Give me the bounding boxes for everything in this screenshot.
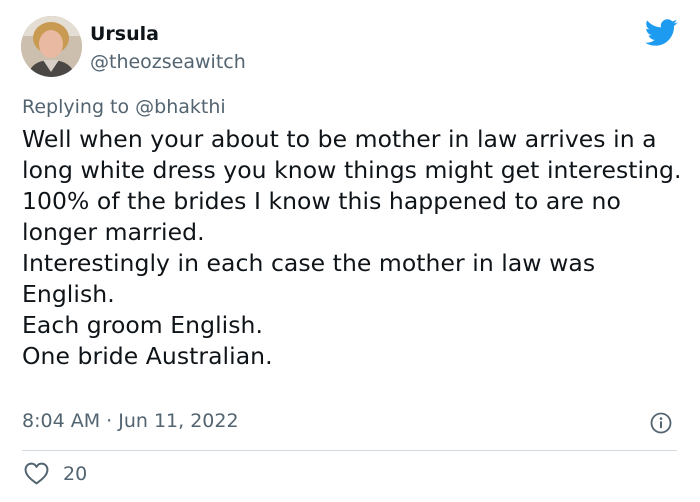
- divider: [22, 450, 677, 451]
- replying-to: Replying to @bhakthi: [22, 95, 226, 119]
- tweet-line: Well when your about to be mother in law…: [22, 125, 682, 184]
- twitter-bird-icon[interactable]: [645, 19, 678, 47]
- tweet-line: Interestingly in each case the mother in…: [22, 249, 596, 308]
- tweet-line: Each groom English.: [22, 311, 263, 339]
- info-icon[interactable]: [650, 412, 672, 434]
- user-handle[interactable]: @theozseawitch: [90, 50, 246, 74]
- user-name[interactable]: Ursula: [90, 22, 159, 46]
- tweet-timestamp[interactable]: 8:04 AM · Jun 11, 2022: [22, 409, 239, 433]
- tweet-card: Ursula @theozseawitch Replying to @bhakt…: [0, 0, 700, 502]
- heart-icon[interactable]: [24, 462, 49, 485]
- replying-to-prefix: Replying to: [22, 96, 136, 118]
- like-count: 20: [63, 463, 88, 485]
- tweet-text: Well when your about to be mother in law…: [22, 124, 682, 372]
- tweet-line: One bride Australian.: [22, 342, 273, 370]
- tweet-line: 100% of the brides I know this happened …: [22, 187, 621, 246]
- reply-mention-link[interactable]: @bhakthi: [135, 96, 226, 118]
- avatar[interactable]: [21, 16, 82, 77]
